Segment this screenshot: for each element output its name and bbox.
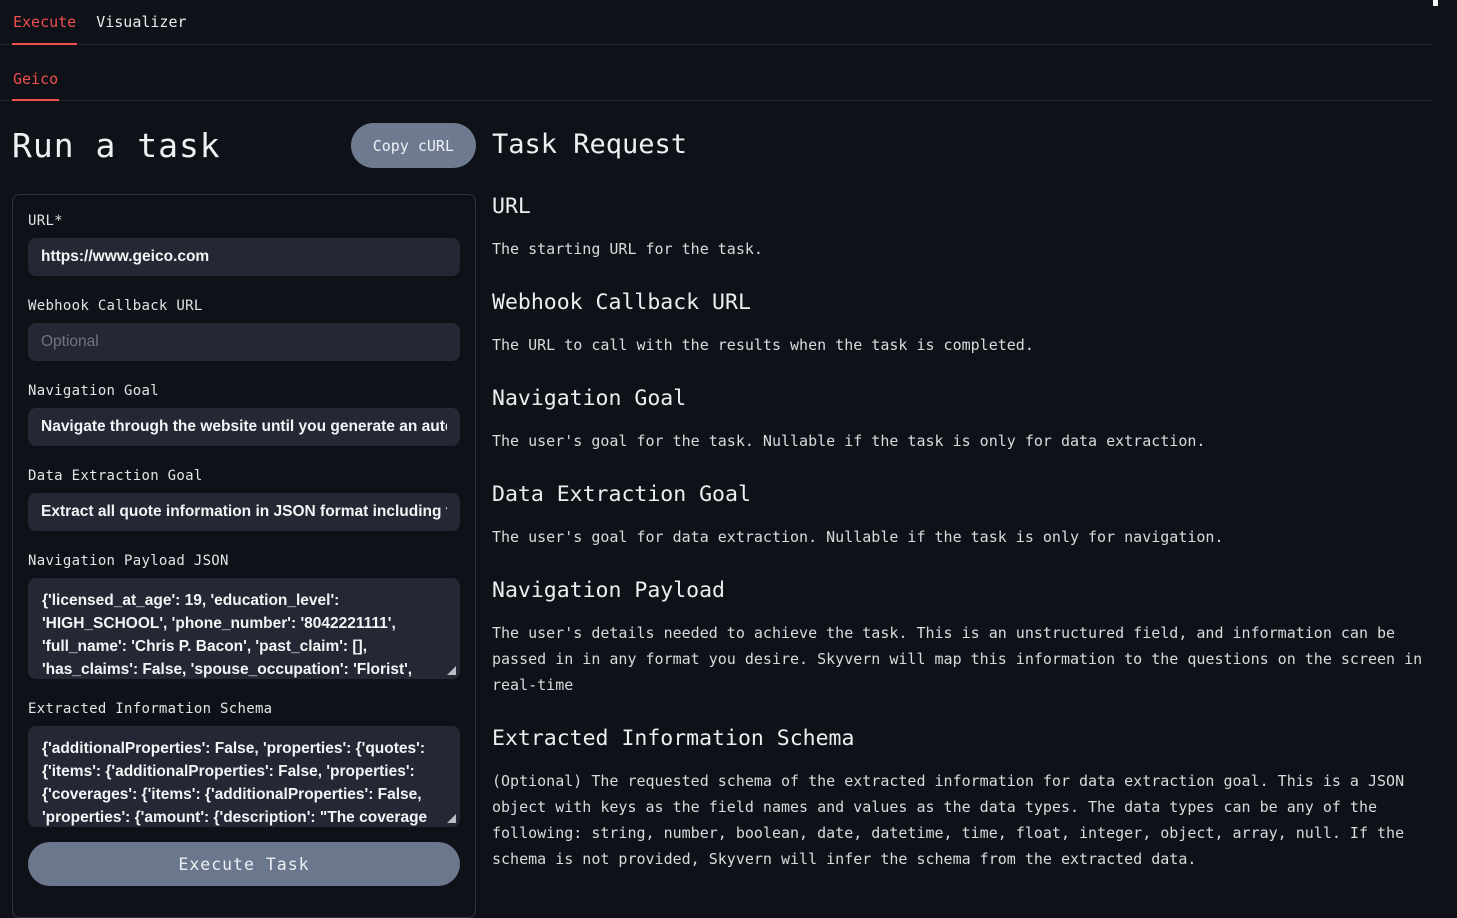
doc-heading: Navigation Goal — [492, 386, 1432, 411]
doc-body: The URL to call with the results when th… — [492, 332, 1432, 358]
main-content: Run a task Copy cURL URL* Webhook Callba… — [0, 101, 1457, 918]
doc-heading: URL — [492, 194, 1432, 219]
docs-title: Task Request — [492, 129, 1432, 160]
tab-geico[interactable]: Geico — [12, 70, 59, 100]
field-extracted-schema: Extracted Information Schema {'additiona… — [28, 701, 460, 827]
tab-visualizer-label: Visualizer — [96, 13, 186, 31]
field-data-extraction-goal: Data Extraction Goal — [28, 468, 460, 531]
data-extraction-goal-label: Data Extraction Goal — [28, 468, 460, 484]
webhook-label: Webhook Callback URL — [28, 298, 460, 314]
run-task-panel: Run a task Copy cURL URL* Webhook Callba… — [12, 101, 476, 918]
resize-handle-icon[interactable] — [447, 666, 456, 675]
extracted-schema-textarea[interactable]: {'additionalProperties': False, 'propert… — [28, 726, 460, 827]
doc-body: The starting URL for the task. — [492, 236, 1432, 262]
field-webhook: Webhook Callback URL — [28, 298, 460, 361]
scrollbar-thumb[interactable] — [1433, 0, 1438, 6]
tab-visualizer[interactable]: Visualizer — [95, 0, 187, 44]
extracted-schema-wrap: {'additionalProperties': False, 'propert… — [28, 726, 460, 827]
navigation-payload-textarea[interactable]: {'licensed_at_age': 19, 'education_level… — [28, 578, 460, 679]
doc-section-data-extraction-goal: Data Extraction Goal The user's goal for… — [492, 482, 1432, 550]
task-form-card: URL* Webhook Callback URL Navigation Goa… — [12, 194, 476, 918]
task-request-docs: Task Request URL The starting URL for th… — [492, 101, 1432, 918]
resize-handle-icon[interactable] — [447, 814, 456, 823]
doc-section-webhook: Webhook Callback URL The URL to call wit… — [492, 290, 1432, 358]
run-task-header: Run a task Copy cURL — [12, 123, 476, 168]
doc-section-url: URL The starting URL for the task. — [492, 194, 1432, 262]
doc-heading: Navigation Payload — [492, 578, 1432, 603]
doc-section-extracted-schema: Extracted Information Schema (Optional) … — [492, 726, 1432, 872]
doc-body: (Optional) The requested schema of the e… — [492, 768, 1432, 872]
doc-body: The user's goal for data extraction. Nul… — [492, 524, 1432, 550]
execute-task-button[interactable]: Execute Task — [28, 842, 460, 886]
url-input[interactable] — [28, 238, 460, 276]
extracted-schema-label: Extracted Information Schema — [28, 701, 460, 717]
doc-body: The user's goal for the task. Nullable i… — [492, 428, 1432, 454]
copy-curl-button[interactable]: Copy cURL — [351, 123, 476, 168]
page-title: Run a task — [12, 126, 221, 165]
doc-heading: Data Extraction Goal — [492, 482, 1432, 507]
doc-section-navigation-goal: Navigation Goal The user's goal for the … — [492, 386, 1432, 454]
navigation-goal-label: Navigation Goal — [28, 383, 460, 399]
url-label: URL* — [28, 213, 460, 229]
webhook-input[interactable] — [28, 323, 460, 361]
navigation-payload-label: Navigation Payload JSON — [28, 553, 460, 569]
doc-heading: Webhook Callback URL — [492, 290, 1432, 315]
tab-execute-label: Execute — [13, 13, 76, 31]
tab-geico-label: Geico — [13, 70, 58, 88]
doc-heading: Extracted Information Schema — [492, 726, 1432, 751]
field-navigation-goal: Navigation Goal — [28, 383, 460, 446]
navigation-goal-input[interactable] — [28, 408, 460, 446]
doc-body: The user's details needed to achieve the… — [492, 620, 1432, 698]
top-tab-bar: Execute Visualizer — [0, 0, 1431, 45]
sub-tab-bar: Geico — [0, 45, 1431, 101]
data-extraction-goal-input[interactable] — [28, 493, 460, 531]
field-navigation-payload: Navigation Payload JSON {'licensed_at_ag… — [28, 553, 460, 679]
tab-execute[interactable]: Execute — [12, 0, 77, 44]
navigation-payload-wrap: {'licensed_at_age': 19, 'education_level… — [28, 578, 460, 679]
field-url: URL* — [28, 213, 460, 276]
doc-section-navigation-payload: Navigation Payload The user's details ne… — [492, 578, 1432, 698]
